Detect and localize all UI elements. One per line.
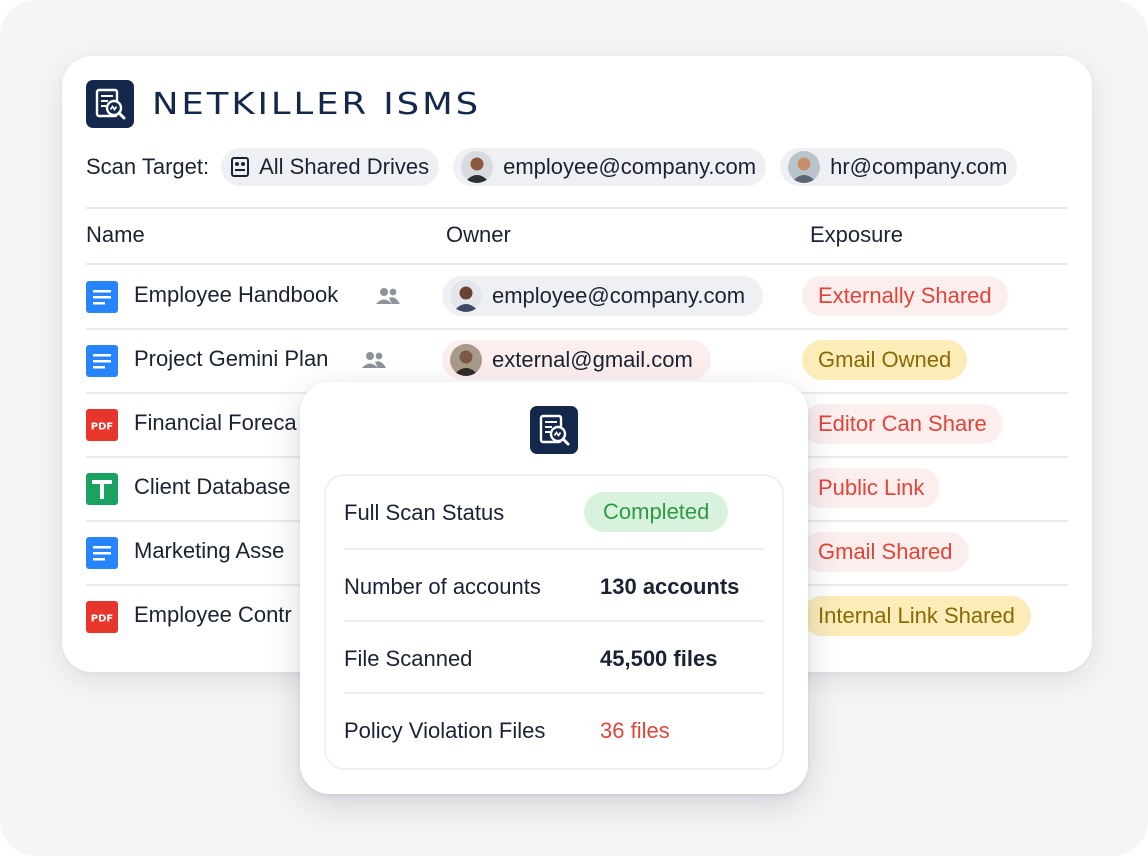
stat-value: 36 files xyxy=(600,718,670,743)
netkiller-logo-icon xyxy=(86,80,134,128)
pdf-icon-text: PDF xyxy=(91,614,113,625)
scan-target-label-text: All Shared Drives xyxy=(259,154,430,179)
scan-target-label-text: employee@company.com xyxy=(503,154,757,179)
avatar xyxy=(788,151,821,183)
status-badge: Completed xyxy=(584,492,729,532)
file-name[interactable]: Employee Contr xyxy=(134,602,292,628)
stat-full-scan-status: Full Scan Status Completed xyxy=(344,476,764,548)
shared-people-icon xyxy=(362,352,386,368)
file-name[interactable]: Financial Foreca xyxy=(134,410,297,436)
avatar xyxy=(450,280,482,312)
stat-label: File Scanned xyxy=(344,646,473,671)
stat-label: Number of accounts xyxy=(344,574,541,599)
scan-target-label: Scan Target: xyxy=(86,154,210,179)
google-sheet-icon xyxy=(86,473,118,505)
google-doc-icon xyxy=(86,281,118,313)
stat-value: 130 accounts xyxy=(600,574,740,599)
column-header-owner[interactable]: Owner xyxy=(446,222,511,248)
exposure-badge: Gmail Shared xyxy=(802,532,969,572)
scan-target-employee[interactable]: employee@company.com xyxy=(453,148,767,186)
stat-label: Policy Violation Files xyxy=(344,718,546,743)
pdf-file-icon: PDF xyxy=(86,601,118,633)
exposure-badge: Gmail Owned xyxy=(802,340,968,380)
shared-drive-icon xyxy=(231,157,250,177)
netkiller-logo-icon xyxy=(530,406,578,454)
owner-email: employee@company.com xyxy=(492,283,746,308)
stat-policy-violation-files: Policy Violation Files 36 files xyxy=(344,694,764,766)
divider xyxy=(86,207,1068,209)
column-header-name[interactable]: Name xyxy=(86,222,145,248)
stat-value: 45,500 files xyxy=(600,646,718,671)
owner-chip[interactable]: employee@company.com xyxy=(442,276,764,316)
avatar xyxy=(450,344,482,376)
file-name[interactable]: Client Database xyxy=(134,474,291,500)
exposure-badge: Public Link xyxy=(802,468,941,508)
column-header-exposure[interactable]: Exposure xyxy=(810,222,903,248)
owner-email: external@gmail.com xyxy=(492,347,693,372)
exposure-badge: Internal Link Shared xyxy=(802,596,1031,636)
scan-target-label-text: hr@company.com xyxy=(830,154,1008,179)
file-name[interactable]: Marketing Asse xyxy=(134,538,284,564)
pdf-icon-text: PDF xyxy=(91,422,113,433)
google-doc-icon xyxy=(86,537,118,569)
table-row[interactable]: Employee Handbook employee@company.com E… xyxy=(86,264,1068,328)
scan-target-shared-drives[interactable]: All Shared Drives xyxy=(221,148,440,186)
exposure-badge: Editor Can Share xyxy=(802,404,1003,444)
scan-stats-panel: Full Scan Status Completed Number of acc… xyxy=(324,474,784,770)
scan-summary-card: Full Scan Status Completed Number of acc… xyxy=(300,382,808,794)
scan-target-row: Scan Target: All Shared Drives employee@… xyxy=(86,148,1031,186)
google-doc-icon xyxy=(86,345,118,377)
brand-name: NETKILLER ISMS xyxy=(152,86,482,122)
scan-target-hr[interactable]: hr@company.com xyxy=(780,148,1018,186)
stat-file-scanned: File Scanned 45,500 files xyxy=(344,622,764,694)
shared-people-icon xyxy=(376,288,400,304)
owner-chip[interactable]: external@gmail.com xyxy=(442,340,711,380)
file-name[interactable]: Project Gemini Plan xyxy=(134,346,328,372)
stat-label: Full Scan Status xyxy=(344,500,505,525)
brand-header: NETKILLER ISMS xyxy=(86,80,478,128)
file-name[interactable]: Employee Handbook xyxy=(134,282,338,308)
exposure-badge: Externally Shared xyxy=(802,276,1008,316)
pdf-file-icon: PDF xyxy=(86,409,118,441)
avatar xyxy=(461,151,494,183)
stat-number-of-accounts: Number of accounts 130 accounts xyxy=(344,550,764,622)
